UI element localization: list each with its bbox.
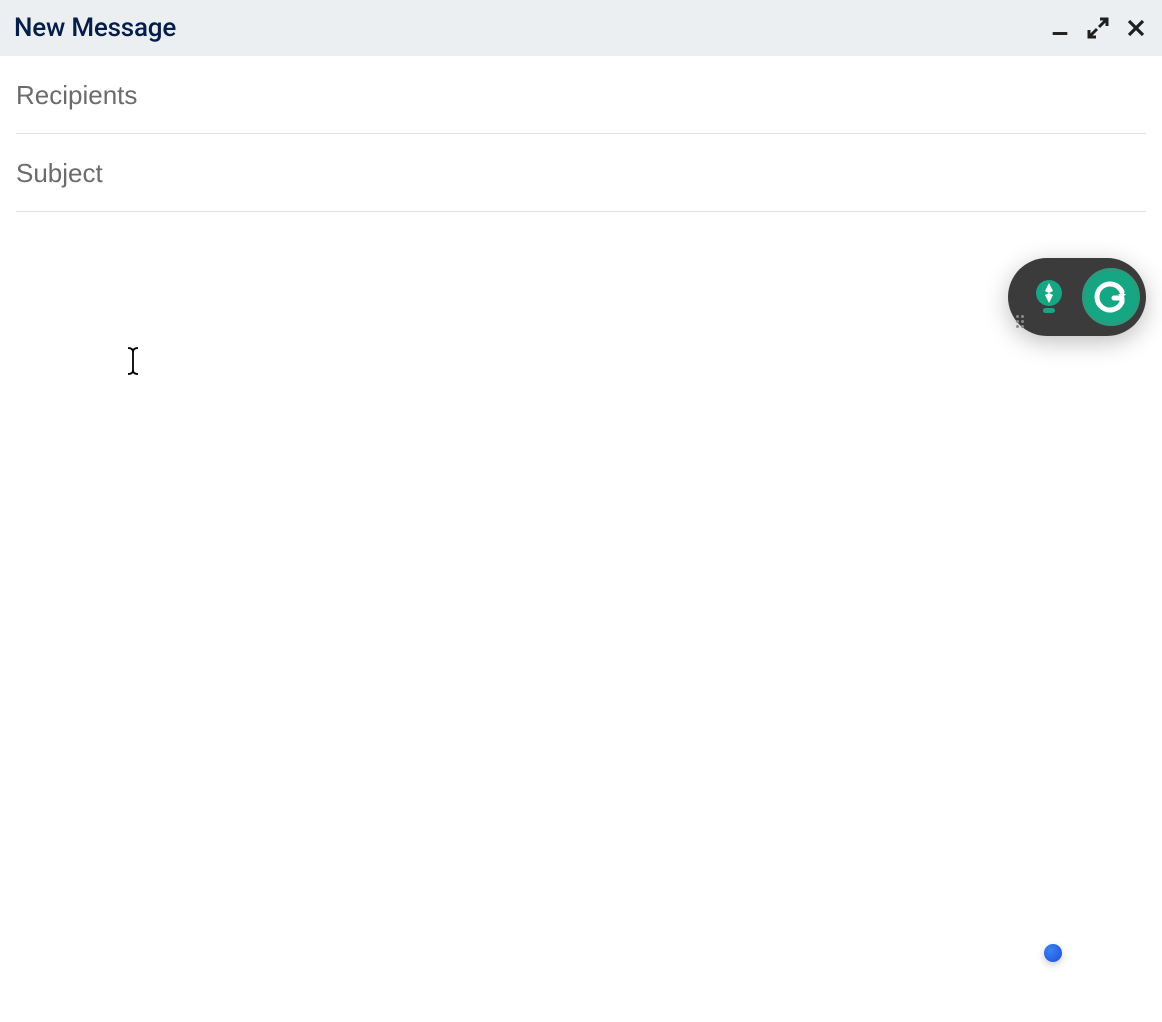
subject-row: [16, 134, 1146, 212]
recipients-row: [16, 56, 1146, 134]
expand-icon: [1086, 16, 1110, 40]
minimize-icon: [1049, 17, 1071, 39]
expand-button[interactable]: [1086, 16, 1110, 40]
close-button[interactable]: [1124, 16, 1148, 40]
minimize-button[interactable]: [1048, 16, 1072, 40]
compose-fields: [0, 56, 1162, 212]
compose-title: New Message: [14, 13, 176, 43]
lightbulb-icon: [1027, 275, 1071, 319]
drag-handle-icon[interactable]: [1016, 315, 1024, 328]
compose-header: New Message: [0, 0, 1162, 56]
grammarly-widget[interactable]: [1008, 258, 1146, 336]
status-indicator[interactable]: [1044, 944, 1062, 962]
subject-input[interactable]: [16, 158, 1146, 189]
compose-body-input[interactable]: [16, 232, 1146, 994]
grammarly-g-icon: [1092, 278, 1130, 316]
window-controls: [1048, 16, 1148, 40]
grammarly-main-button[interactable]: [1082, 268, 1140, 326]
close-icon: [1124, 16, 1148, 40]
compose-body-area[interactable]: [0, 212, 1162, 1014]
recipients-input[interactable]: [16, 80, 1146, 111]
grammarly-tone-button[interactable]: [1024, 272, 1074, 322]
